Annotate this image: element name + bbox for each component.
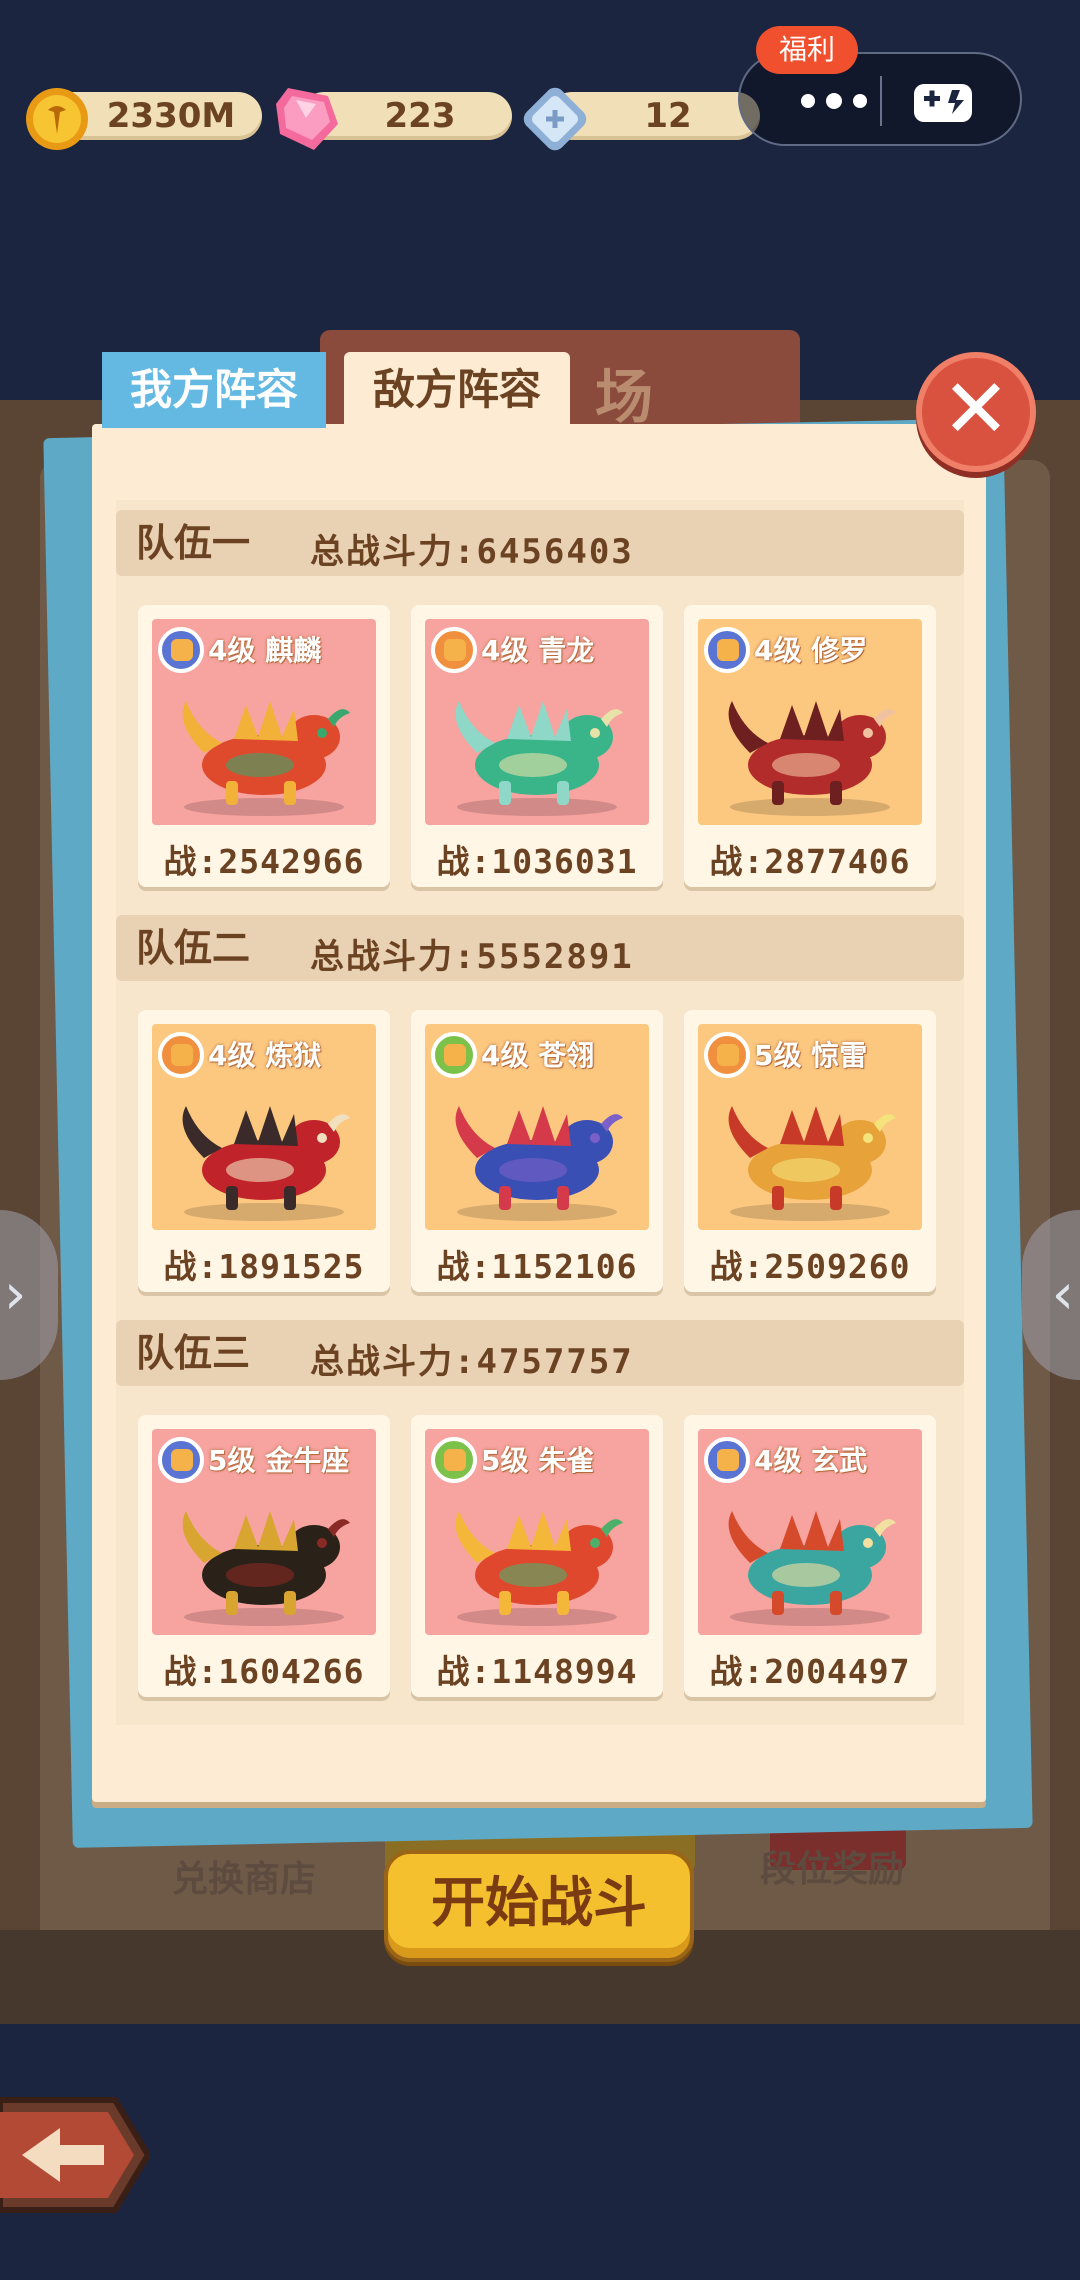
element-badge-icon — [158, 1437, 204, 1483]
card-title: 4级 修罗 — [754, 634, 868, 667]
coin-icon — [26, 88, 88, 150]
element-badge-icon — [431, 1437, 477, 1483]
creature-card[interactable]: 4级 青龙战:1036031 — [411, 605, 663, 887]
team-name: 队伍三 — [136, 1331, 251, 1375]
creature-card[interactable]: 5级 惊雷战:2509260 — [684, 1010, 936, 1292]
card-power: 战:1036031 — [436, 842, 638, 881]
creature-card[interactable]: 4级 麒麟战:2542966 — [138, 605, 390, 887]
card-power: 战:1152106 — [436, 1247, 638, 1286]
back-button[interactable] — [0, 2090, 150, 2220]
tab-my-lineup[interactable]: 我方阵容 — [102, 352, 326, 428]
rank-reward-label[interactable]: 段位奖励 — [760, 1840, 904, 1892]
card-title: 5级 金牛座 — [208, 1444, 350, 1477]
start-battle-button[interactable]: 开始战斗 — [384, 1850, 694, 1962]
card-title: 5级 惊雷 — [754, 1039, 868, 1072]
background-title-fragment: 场 — [595, 363, 654, 431]
gems-value: 223 — [384, 96, 456, 136]
card-title: 4级 麒麟 — [208, 634, 322, 667]
card-power: 战:2509260 — [709, 1247, 911, 1286]
chevron-left-icon: ‹ — [1051, 1262, 1074, 1327]
creature-card[interactable]: 5级 朱雀战:1148994 — [411, 1415, 663, 1697]
creature-card[interactable]: 4级 修罗战:2877406 — [684, 605, 936, 887]
creature-image — [455, 1106, 623, 1221]
element-badge-icon — [704, 627, 750, 673]
card-power: 战:2542966 — [163, 842, 365, 881]
close-button[interactable]: ✕ — [916, 352, 1036, 472]
card-title: 5级 朱雀 — [481, 1444, 595, 1477]
team-name: 队伍一 — [136, 521, 251, 565]
team-total-power: 总战斗力:6456403 — [310, 532, 634, 572]
creature-image — [455, 1511, 623, 1626]
gamepad-icon[interactable] — [910, 74, 976, 130]
team-name: 队伍二 — [136, 926, 251, 970]
creature-image — [182, 701, 350, 816]
card-title: 4级 苍翎 — [481, 1039, 595, 1072]
card-power: 战:1604266 — [163, 1652, 365, 1691]
shop-label[interactable]: 兑换商店 — [172, 1850, 316, 1902]
element-badge-icon — [158, 1032, 204, 1078]
team-total-power: 总战斗力:5552891 — [310, 937, 634, 977]
more-dots-icon[interactable] — [774, 76, 894, 126]
element-badge-icon — [431, 1032, 477, 1078]
creature-image — [455, 701, 623, 816]
card-title: 4级 炼狱 — [208, 1039, 322, 1072]
card-power: 战:1148994 — [436, 1652, 638, 1691]
creature-image — [728, 701, 896, 816]
tickets-value: 12 — [644, 96, 692, 136]
gem-icon — [276, 88, 338, 150]
creature-image — [182, 1511, 350, 1626]
welfare-badge[interactable]: 福利 — [756, 26, 858, 74]
card-title: 4级 玄武 — [754, 1444, 868, 1477]
creature-image — [728, 1106, 896, 1221]
capsule-divider — [880, 76, 882, 126]
creature-card[interactable]: 4级 玄武战:2004497 — [684, 1415, 936, 1697]
team-total-power: 总战斗力:4757757 — [310, 1342, 634, 1382]
element-badge-icon — [158, 627, 204, 673]
element-badge-icon — [704, 1032, 750, 1078]
card-power: 战:2877406 — [709, 842, 911, 881]
ticket-icon — [523, 87, 587, 151]
close-icon: ✕ — [941, 362, 1011, 457]
creature-card[interactable]: 5级 金牛座战:1604266 — [138, 1415, 390, 1697]
element-badge-icon — [704, 1437, 750, 1483]
card-power: 战:2004497 — [709, 1652, 911, 1691]
card-power: 战:1891525 — [163, 1247, 365, 1286]
card-title: 4级 青龙 — [481, 634, 595, 667]
tab-enemy-lineup[interactable]: 敌方阵容 — [344, 352, 570, 428]
start-battle-label: 开始战斗 — [431, 1871, 647, 1934]
creature-card[interactable]: 4级 炼狱战:1891525 — [138, 1010, 390, 1292]
creature-card[interactable]: 4级 苍翎战:1152106 — [411, 1010, 663, 1292]
coins-value: 2330M — [106, 96, 236, 136]
element-badge-icon — [431, 627, 477, 673]
creature-image — [728, 1511, 896, 1626]
creature-image — [182, 1106, 350, 1221]
chevron-right-icon: › — [4, 1262, 27, 1327]
